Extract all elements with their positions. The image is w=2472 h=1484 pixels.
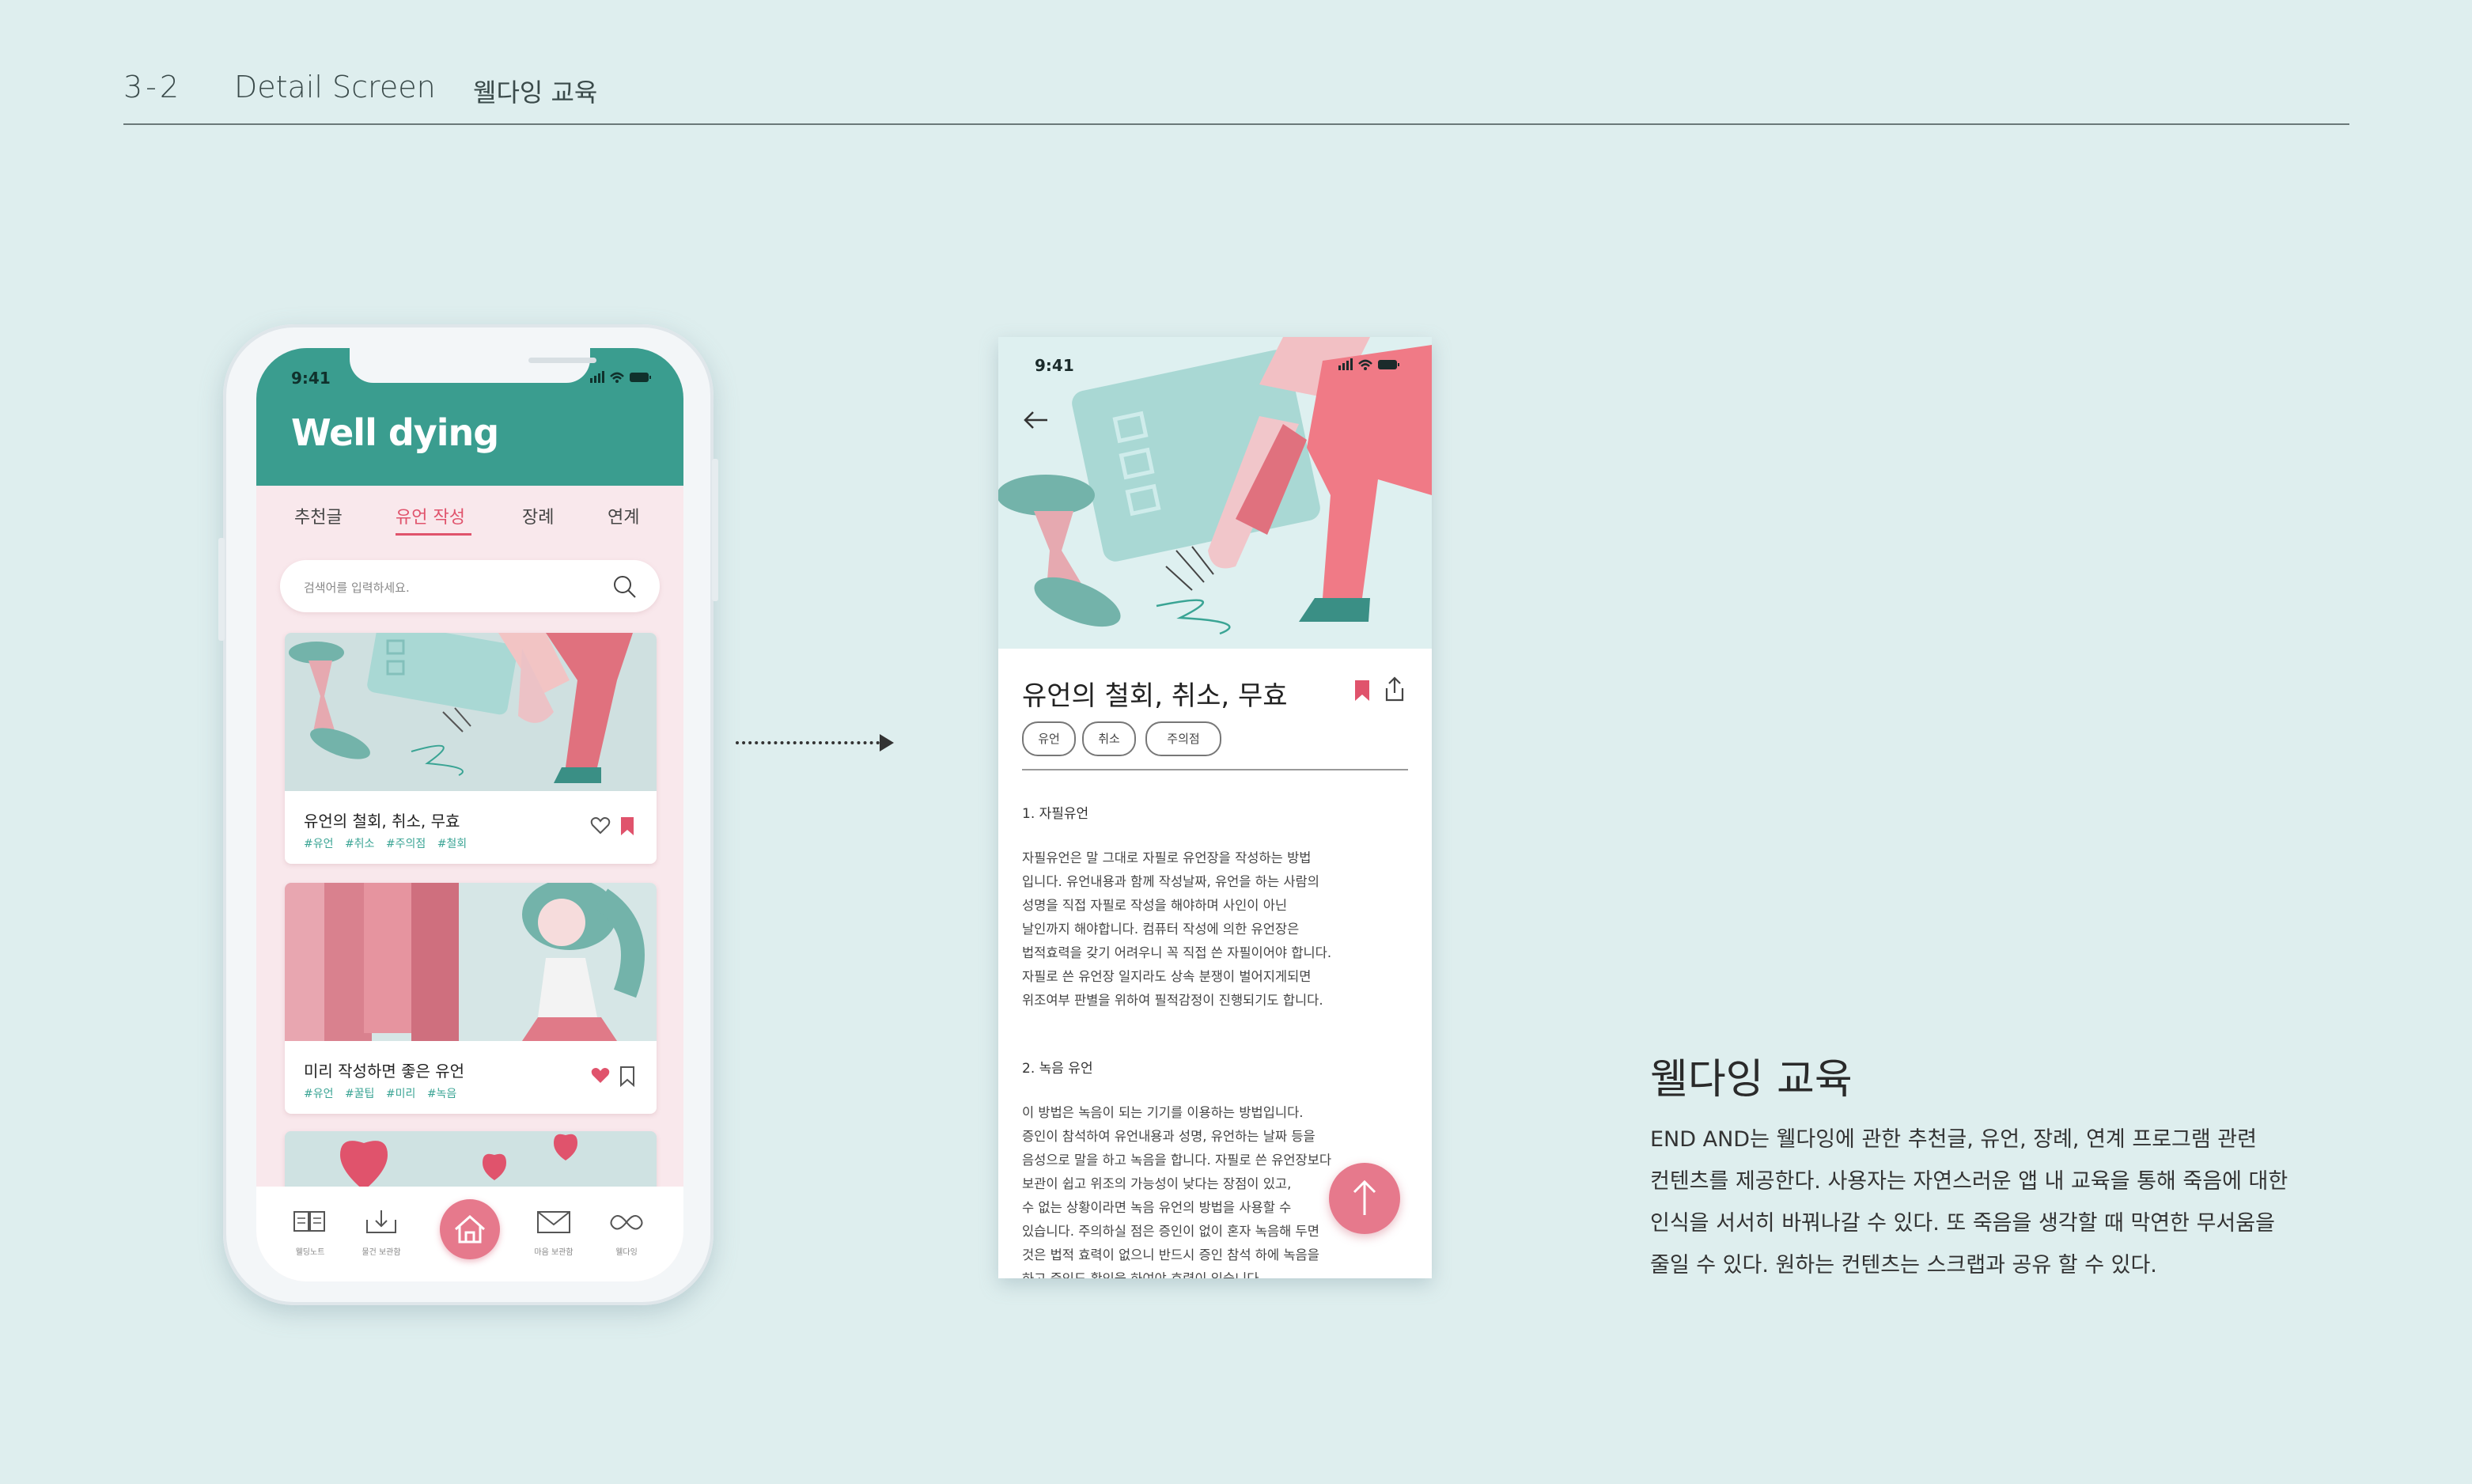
description-body: END AND는 웰다잉에 관한 추천글, 유언, 장례, 연계 프로그램 관련…	[1650, 1127, 2288, 1278]
status-icons	[1338, 358, 1399, 370]
content-card[interactable]	[285, 1131, 657, 1194]
app-title: Well dying	[291, 411, 499, 454]
section-heading: 1. 자필유언	[1022, 806, 1089, 822]
card-illustration	[285, 883, 657, 1041]
header-divider	[123, 123, 2349, 125]
home-icon	[455, 1214, 485, 1244]
section-heading: 2. 녹음 유언	[1022, 1061, 1093, 1077]
heart-outline-icon[interactable]	[590, 816, 611, 835]
active-tab-indicator	[396, 533, 471, 536]
tab-label: 웰다잉	[615, 1248, 638, 1257]
description-title: 웰다잉 교육	[1650, 1056, 1853, 1104]
section-body: 자필유언은 말 그대로 자필로 유언장을 작성하는 방법 입니다. 유언내용과 …	[1022, 850, 1332, 1008]
status-time: 9:41	[1035, 356, 1074, 375]
search-placeholder[interactable]: 검색어를 입력하세요.	[304, 579, 410, 596]
article-title: 유언의 철회, 취소, 무효	[1022, 680, 1288, 712]
bookmark-filled-icon[interactable]	[1353, 679, 1372, 702]
tag-chip[interactable]: 주의점	[1145, 721, 1221, 756]
card-title: 유언의 철회, 취소, 무효	[304, 812, 460, 831]
letter-icon[interactable]	[536, 1209, 571, 1236]
section-subtitle: 웰다잉 교육	[473, 78, 598, 108]
home-button[interactable]	[440, 1199, 500, 1259]
card-tags: #유언 #꿀팁 #미리 #녹음	[304, 1088, 457, 1100]
transition-arrow-line	[736, 741, 886, 744]
card-illustration	[285, 633, 657, 791]
bottom-tab-bar: 웰딩노트 물건 보관함 마음 보관함 웰다잉	[256, 1187, 683, 1281]
tab-link[interactable]: 연계	[608, 503, 639, 528]
tag-chip[interactable]: 취소	[1082, 721, 1136, 756]
share-icon[interactable]	[1383, 676, 1406, 702]
bookmark-outline-icon[interactable]	[619, 1066, 636, 1087]
tag-chip[interactable]: 유언	[1022, 721, 1076, 756]
tab-recommend[interactable]: 추천글	[294, 503, 343, 528]
card-tags: #유언 #취소 #주의점 #철회	[304, 838, 468, 850]
section-title: Detail Screen	[234, 70, 436, 104]
content-card[interactable]: 미리 작성하면 좋은 유언 #유언 #꿀팁 #미리 #녹음	[285, 883, 657, 1114]
scroll-top-button[interactable]	[1329, 1163, 1400, 1234]
tab-funeral[interactable]: 장례	[522, 503, 554, 528]
bookmark-filled-icon[interactable]	[619, 816, 636, 837]
heart-filled-icon[interactable]	[590, 1066, 611, 1085]
content-card[interactable]: 유언의 철회, 취소, 무효 #유언 #취소 #주의점 #철회	[285, 633, 657, 864]
hero-illustration	[998, 337, 1432, 649]
divider	[1022, 769, 1408, 770]
tray-icon[interactable]	[364, 1209, 399, 1236]
search-icon[interactable]	[611, 573, 639, 601]
search-bar[interactable]: 검색어를 입력하세요.	[280, 560, 660, 612]
arrow-up-icon	[1353, 1179, 1376, 1215]
card-title: 미리 작성하면 좋은 유언	[304, 1062, 465, 1081]
status-time: 9:41	[291, 369, 331, 388]
tab-will-writing[interactable]: 유언 작성	[396, 503, 465, 528]
arrow-right-icon	[880, 734, 894, 751]
status-icons	[590, 371, 651, 383]
tab-label: 물건 보관함	[362, 1248, 401, 1257]
phone-side-button	[218, 538, 225, 641]
speaker	[528, 358, 596, 363]
tab-label: 웰딩노트	[295, 1248, 325, 1257]
card-illustration	[285, 1131, 657, 1194]
section-code: 3-2	[123, 70, 183, 104]
list-screen: 9:41 Well dying 추천글 유언 작성 장례 연계 검색어를 입력하…	[256, 348, 683, 1281]
phone-side-button	[712, 459, 718, 601]
back-arrow-icon[interactable]	[1020, 408, 1052, 432]
tab-label: 마음 보관함	[534, 1248, 574, 1257]
book-icon[interactable]	[293, 1209, 327, 1236]
phone-notch	[350, 348, 596, 383]
detail-screen: 9:41 유언의 철회, 취소, 무효 유언 취소 주의점 1. 자필유언 자필…	[998, 337, 1432, 1278]
infinity-icon[interactable]	[609, 1209, 644, 1236]
